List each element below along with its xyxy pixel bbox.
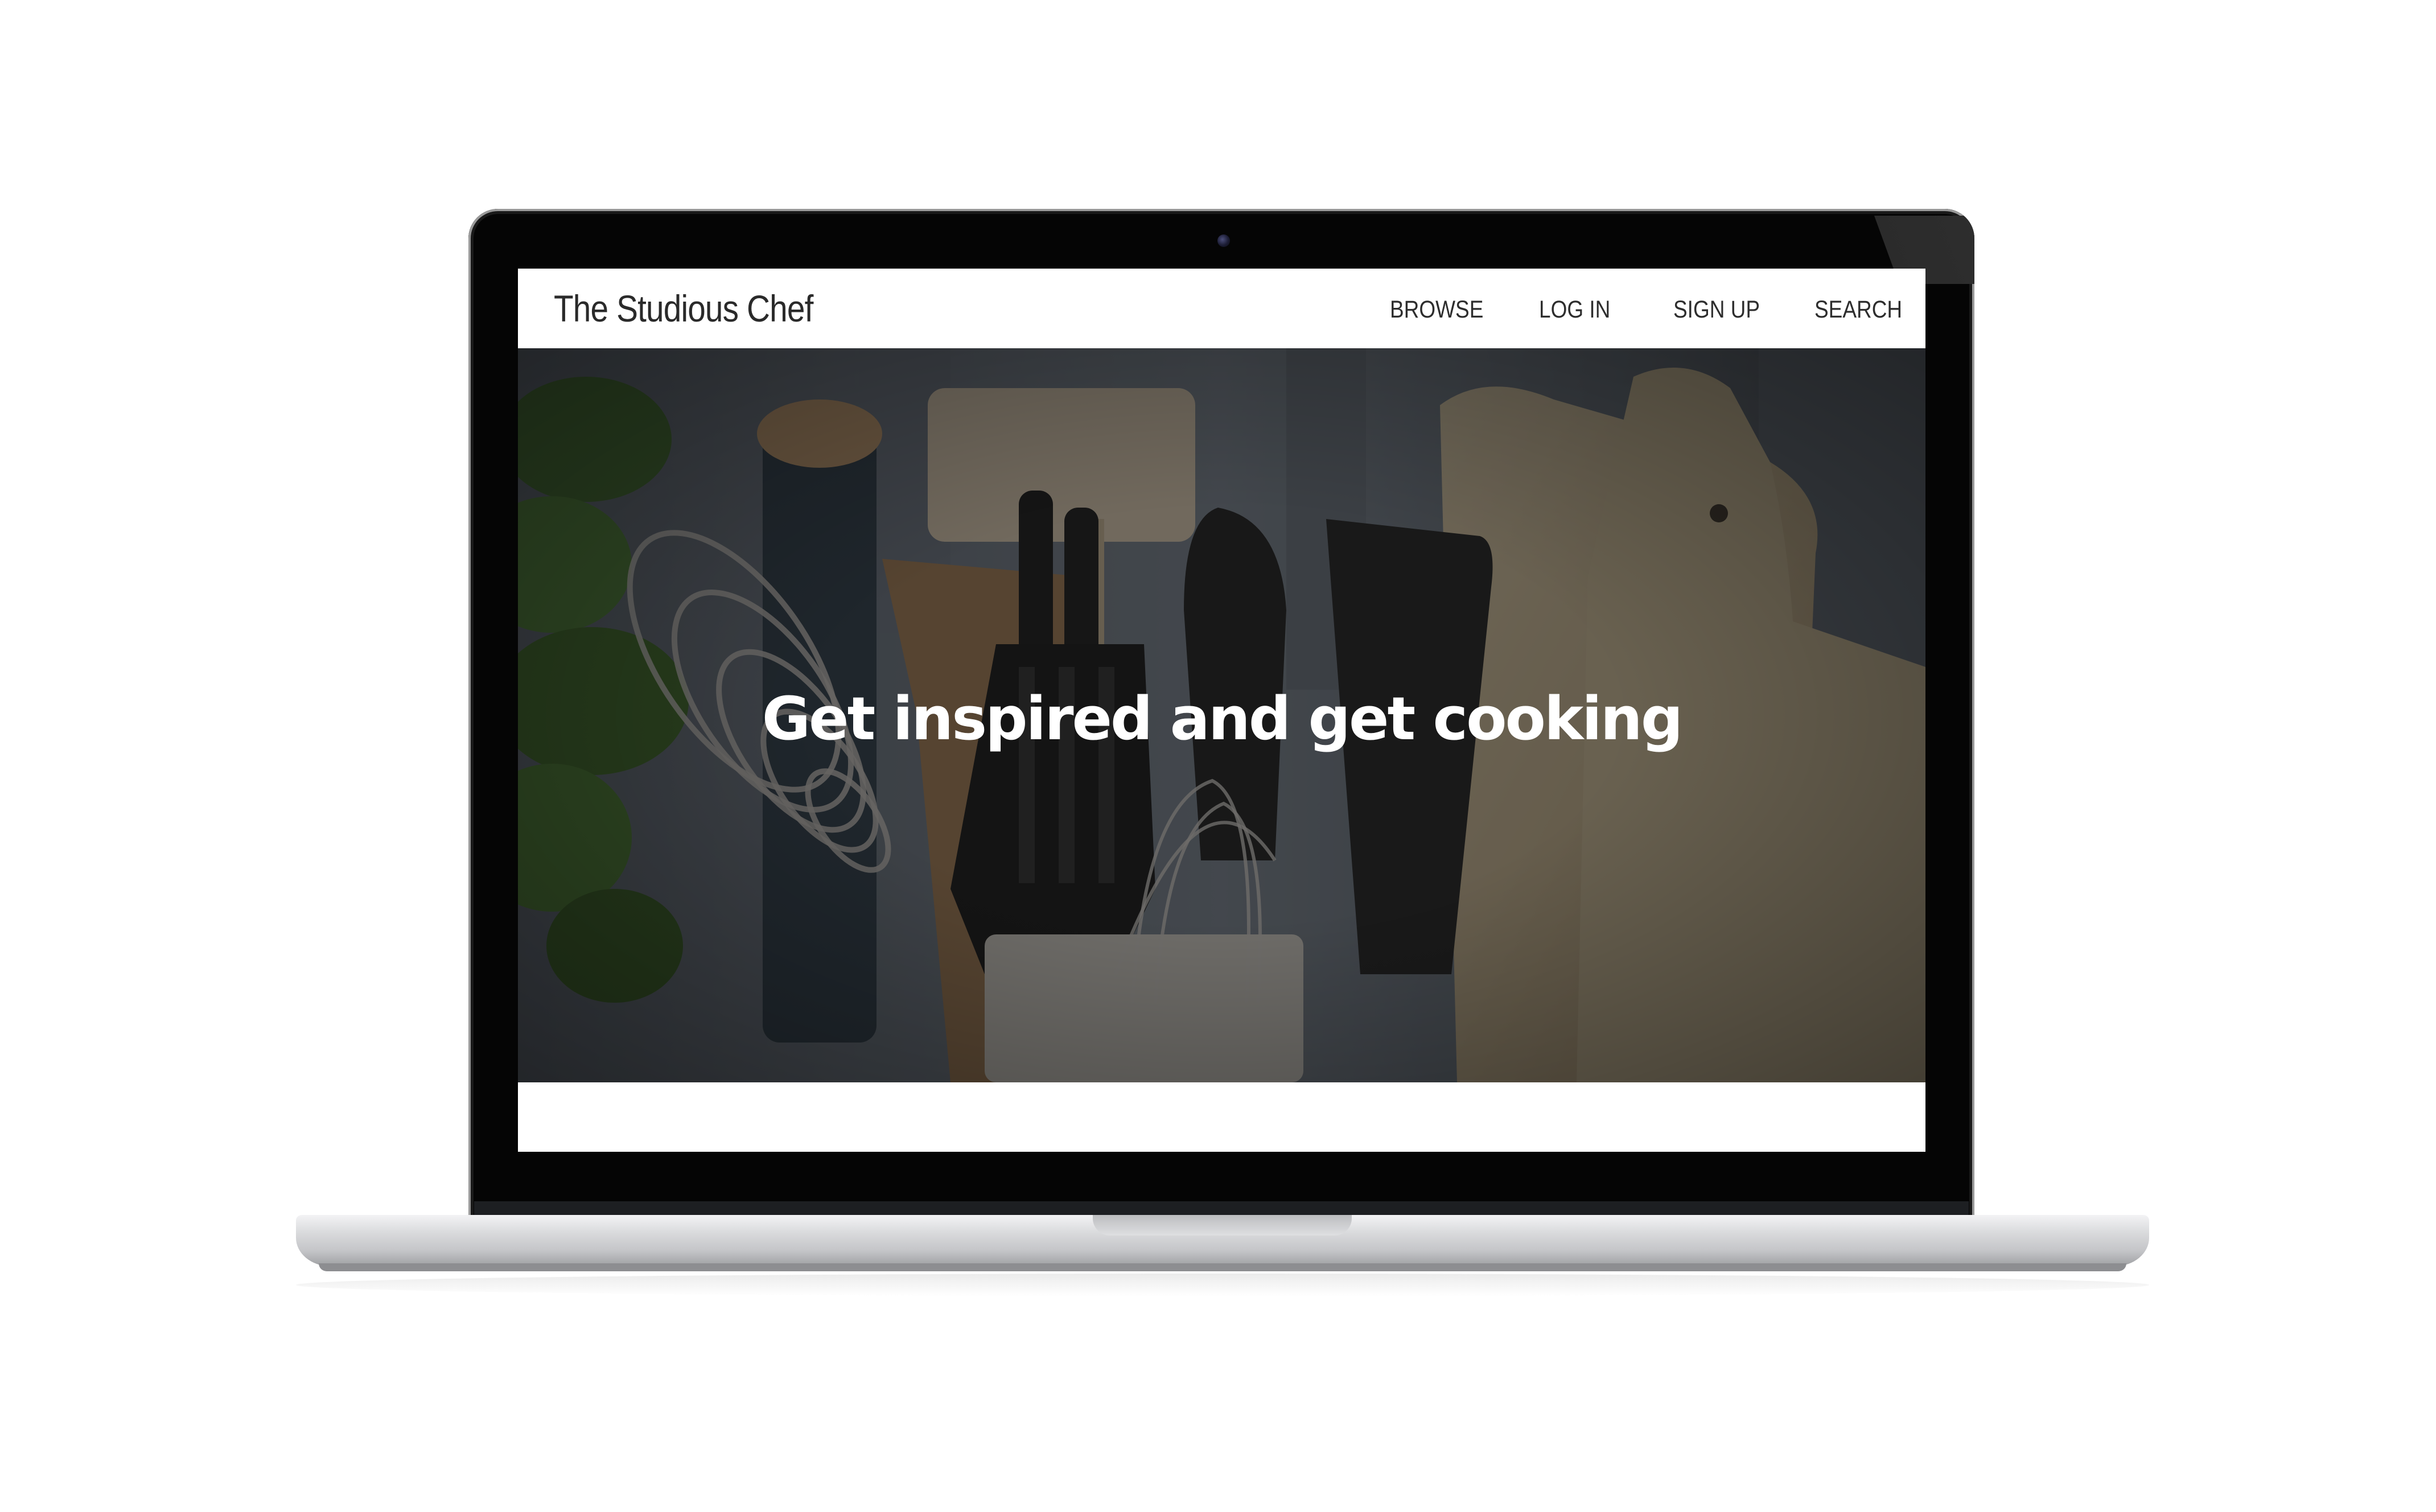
nav-links: BROWSE LOG IN SIGN UP SEARCH [518, 269, 1925, 348]
nav-login-link[interactable]: LOG IN [1539, 296, 1610, 324]
laptop-screen: The Studious Chef BROWSE LOG IN SIGN UP … [518, 269, 1925, 1152]
laptop-mockup: The Studious Chef BROWSE LOG IN SIGN UP … [0, 0, 2436, 1512]
hero-title: Get inspired and get cooking [762, 684, 1684, 753]
laptop-shadow [296, 1274, 2149, 1296]
nav-search-link[interactable]: SEARCH [1814, 296, 1902, 324]
top-navbar: The Studious Chef BROWSE LOG IN SIGN UP … [518, 269, 1925, 348]
laptop-opening-notch [1093, 1215, 1352, 1235]
nav-browse-link[interactable]: BROWSE [1390, 296, 1483, 324]
camera-icon [1217, 234, 1230, 247]
content-area [518, 1082, 1925, 1152]
laptop-base-edge [319, 1263, 2126, 1271]
hero-banner: Get inspired and get cooking [518, 348, 1925, 1082]
nav-signup-link[interactable]: SIGN UP [1673, 296, 1760, 324]
